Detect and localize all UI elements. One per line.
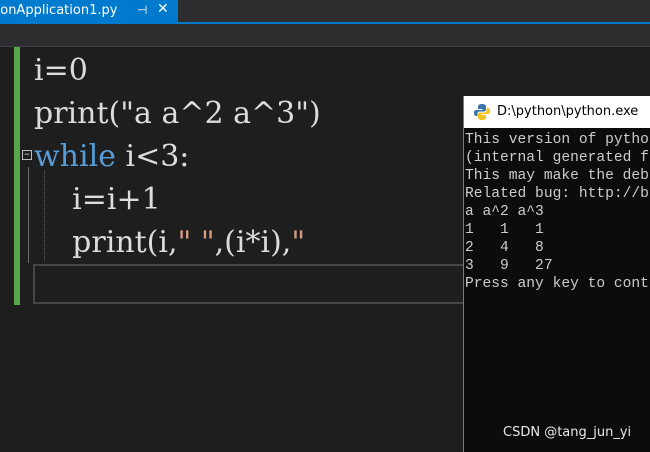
console-window[interactable]: D:\python\python.exe This version of pyt… — [463, 96, 650, 452]
python-icon — [474, 104, 490, 120]
pin-icon[interactable]: ⊣ — [137, 3, 147, 17]
tab-title: honApplication1.py — [0, 3, 118, 18]
code-condition: i<3: — [115, 139, 190, 174]
console-line: 3 9 27 — [465, 258, 553, 274]
code-line-3: while i<3: — [34, 139, 189, 175]
document-tab-strip: honApplication1.py ⊣ ✕ — [0, 0, 650, 24]
code-line-5: print(i," ",(i*i)," — [34, 225, 305, 261]
close-icon[interactable]: ✕ — [157, 1, 169, 17]
console-line: This version of python — [465, 132, 650, 148]
code-line-2: print("a a^2 a^3") — [34, 96, 321, 132]
console-output: This version of python (internal generat… — [465, 131, 650, 431]
code-square-expr: ,(i*i), — [214, 225, 292, 260]
console-line: 2 4 8 — [465, 240, 544, 256]
code-line-1: i=0 — [34, 53, 88, 88]
csdn-watermark: CSDN @tang_jun_yi — [503, 425, 632, 440]
console-line: a a^2 a^3 — [465, 204, 544, 220]
fold-guide-line — [28, 167, 29, 263]
console-line: Press any key to cont — [465, 276, 649, 292]
editor-navigation-bar — [0, 24, 650, 47]
console-line: (internal generated f — [465, 150, 649, 166]
code-print-call: print("a a^2 a^3") — [34, 96, 321, 131]
code-print-args: print(i, — [34, 225, 178, 260]
code-line-4: i=i+1 — [34, 182, 161, 217]
keyword-while: while — [34, 139, 116, 174]
console-title-bar[interactable]: D:\python\python.exe — [464, 96, 650, 128]
console-line: This may make the deb — [465, 168, 649, 184]
console-line: 1 1 1 — [465, 222, 544, 238]
string-literal-open: " — [291, 225, 306, 260]
string-literal-space: " " — [177, 225, 215, 260]
console-title: D:\python\python.exe — [497, 104, 639, 119]
console-line: Related bug: http://b — [465, 186, 649, 202]
tab-pythonapplication1[interactable]: honApplication1.py ⊣ ✕ — [0, 0, 178, 22]
fold-collapse-icon[interactable]: − — [22, 150, 32, 160]
change-tracking-bar — [14, 47, 20, 305]
